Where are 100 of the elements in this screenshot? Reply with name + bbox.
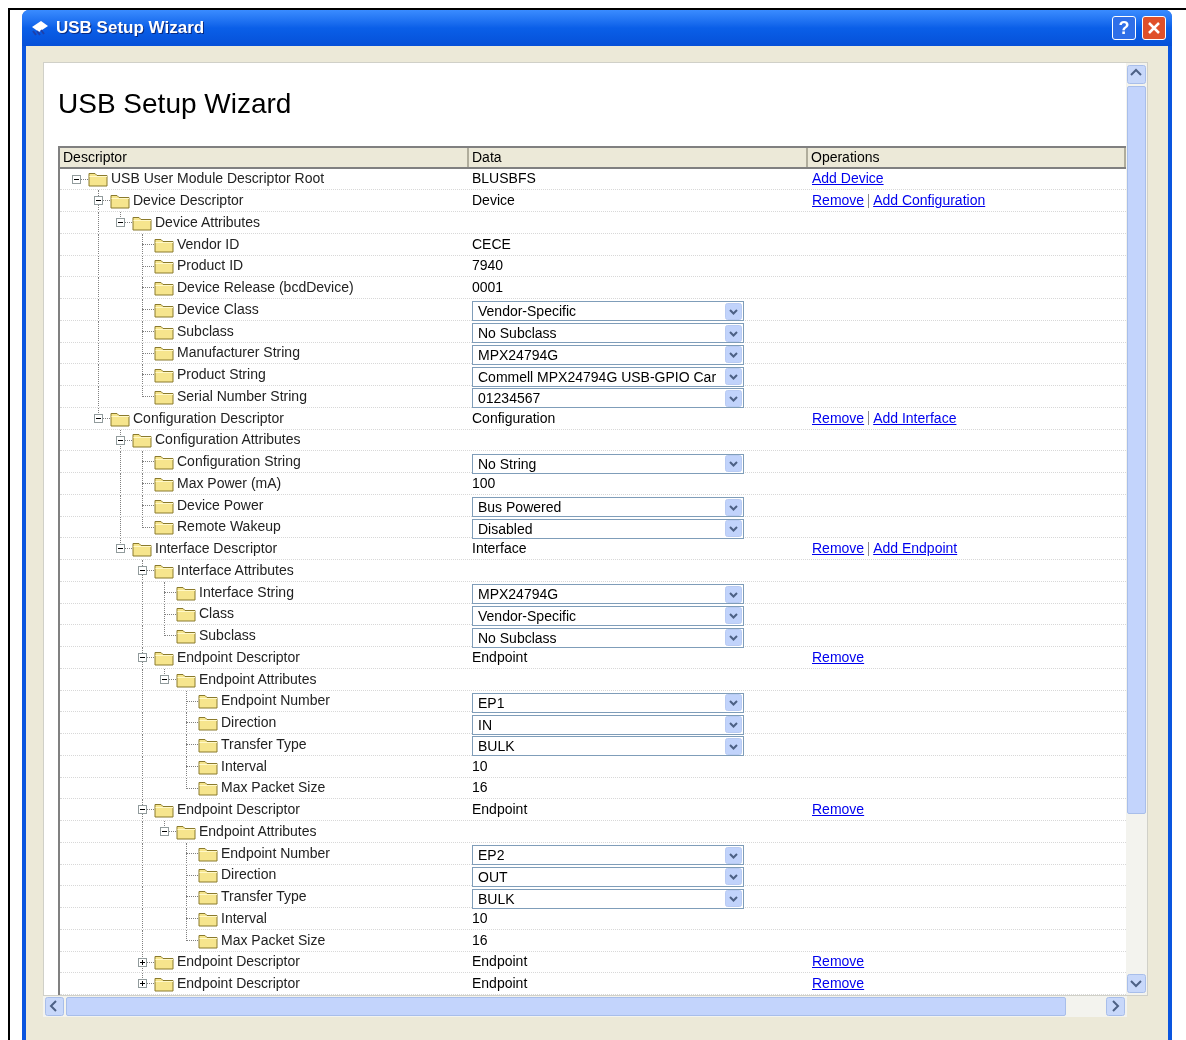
help-button[interactable]: ? bbox=[1112, 16, 1136, 40]
tree-item-label[interactable]: Manufacturer String bbox=[177, 342, 300, 364]
tree-item-label[interactable]: Max Packet Size bbox=[221, 929, 326, 951]
collapse-icon[interactable] bbox=[116, 435, 125, 445]
operation-link[interactable]: Remove bbox=[812, 973, 865, 995]
column-header[interactable]: Descriptor bbox=[60, 147, 469, 167]
tree-item-label[interactable]: Direction bbox=[221, 864, 277, 886]
scroll-right-icon[interactable] bbox=[1106, 997, 1125, 1016]
dropdown-field[interactable]: MPX24794G bbox=[472, 344, 744, 365]
tree-item-label[interactable]: Vendor ID bbox=[177, 233, 240, 255]
expand-icon[interactable] bbox=[138, 979, 147, 989]
tree-item-label[interactable]: Device Class bbox=[177, 299, 259, 320]
dropdown-field[interactable]: EP1 bbox=[472, 692, 744, 713]
tree-item-label[interactable]: Device Power bbox=[177, 494, 264, 516]
dropdown-field[interactable]: OUT bbox=[472, 866, 744, 887]
dropdown-field[interactable]: EP2 bbox=[472, 845, 744, 866]
dropdown-field[interactable]: BULK bbox=[472, 888, 744, 909]
scroll-thumb[interactable] bbox=[66, 997, 1066, 1016]
tree-item-label[interactable]: Device Release (bcdDevice) bbox=[177, 277, 354, 298]
tree-item-label[interactable]: Subclass bbox=[177, 320, 234, 342]
tree-item-label[interactable]: Interface String bbox=[199, 581, 294, 603]
tree-item-label[interactable]: Interface Attributes bbox=[177, 560, 294, 581]
dropdown-field[interactable]: IN bbox=[472, 714, 744, 735]
dropdown-field[interactable]: No Subclass bbox=[472, 323, 744, 344]
tree-item-label[interactable]: Class bbox=[199, 603, 234, 625]
data-value: 10 bbox=[472, 756, 488, 776]
operation-link[interactable]: Add Endpoint bbox=[873, 538, 958, 560]
operation-link[interactable]: Remove bbox=[812, 799, 865, 821]
operation-link[interactable]: Remove bbox=[812, 646, 865, 668]
dropdown-field[interactable]: No Subclass bbox=[472, 627, 744, 648]
folder-icon bbox=[198, 714, 218, 732]
tree-item-label[interactable]: Endpoint Attributes bbox=[199, 668, 317, 690]
folder-icon bbox=[198, 866, 218, 884]
tree-item-label[interactable]: Interval bbox=[221, 755, 267, 777]
operation-link[interactable]: Remove bbox=[812, 538, 865, 560]
tree-item-label[interactable]: Device Attributes bbox=[155, 212, 261, 233]
tree-item-label[interactable]: Max Packet Size bbox=[221, 777, 326, 799]
collapse-icon[interactable] bbox=[116, 544, 125, 554]
tree-item-label[interactable]: Remote Wakeup bbox=[177, 516, 281, 538]
operation-link[interactable]: Remove bbox=[812, 951, 865, 973]
tree-item-label[interactable]: Endpoint Attributes bbox=[199, 821, 317, 842]
tree-item-label[interactable]: Endpoint Descriptor bbox=[177, 647, 300, 668]
collapse-icon[interactable] bbox=[94, 413, 103, 423]
collapse-icon[interactable] bbox=[138, 566, 147, 575]
collapse-icon[interactable] bbox=[72, 174, 81, 184]
operation-link[interactable]: Add Interface bbox=[873, 407, 957, 429]
tree-item-label[interactable]: Endpoint Descriptor bbox=[177, 951, 300, 973]
tree-item-label[interactable]: Configuration Attributes bbox=[155, 429, 301, 451]
operation-link[interactable]: Add Configuration bbox=[873, 190, 986, 212]
tree-item-label[interactable]: Subclass bbox=[199, 625, 256, 646]
tree-item-label[interactable]: Device Descriptor bbox=[133, 190, 244, 211]
dropdown-field[interactable]: Vendor-Specific bbox=[472, 605, 744, 626]
tree-item-label[interactable]: Endpoint Descriptor bbox=[177, 973, 300, 994]
data-value: Endpoint bbox=[472, 952, 528, 972]
scroll-left-icon[interactable] bbox=[45, 997, 64, 1016]
tree-item-label[interactable]: Interface Descriptor bbox=[155, 538, 278, 559]
tree-item-label[interactable]: Interval bbox=[221, 908, 267, 929]
tree-item-label[interactable]: Product String bbox=[177, 364, 266, 385]
tree-item-label[interactable]: Configuration Descriptor bbox=[133, 407, 284, 429]
tree-item-label[interactable]: Endpoint Number bbox=[221, 842, 330, 864]
close-button[interactable] bbox=[1142, 16, 1166, 40]
dropdown-field[interactable]: MPX24794G bbox=[472, 584, 744, 605]
operation-link[interactable]: Remove bbox=[812, 190, 865, 212]
dropdown-field[interactable]: Disabled bbox=[472, 518, 744, 539]
folder-icon bbox=[198, 779, 218, 797]
folder-icon bbox=[154, 257, 174, 275]
folder-icon bbox=[154, 953, 174, 971]
dropdown-field[interactable]: Bus Powered bbox=[472, 497, 744, 518]
scroll-thumb[interactable] bbox=[1127, 86, 1146, 814]
operation-link[interactable]: Add Device bbox=[812, 168, 884, 190]
collapse-icon[interactable] bbox=[116, 218, 125, 227]
expand-icon[interactable] bbox=[138, 957, 147, 967]
scroll-down-icon[interactable] bbox=[1127, 974, 1146, 993]
collapse-icon[interactable] bbox=[94, 196, 103, 206]
column-header[interactable]: Data bbox=[469, 147, 808, 167]
dropdown-field[interactable]: No String bbox=[472, 453, 744, 474]
collapse-icon[interactable] bbox=[138, 805, 147, 815]
tree-item-label[interactable]: Configuration String bbox=[177, 451, 301, 472]
page-heading: USB Setup Wizard bbox=[58, 87, 293, 121]
tree-item-label[interactable]: Product ID bbox=[177, 255, 244, 277]
collapse-icon[interactable] bbox=[138, 653, 147, 662]
dropdown-field[interactable]: BULK bbox=[472, 736, 744, 757]
vertical-scrollbar[interactable] bbox=[1126, 63, 1147, 995]
tree-item-label[interactable]: Transfer Type bbox=[221, 734, 307, 755]
tree-item-label[interactable]: Endpoint Number bbox=[221, 690, 330, 712]
collapse-icon[interactable] bbox=[160, 827, 169, 836]
tree-item-label[interactable]: Direction bbox=[221, 712, 277, 733]
operation-link[interactable]: Remove bbox=[812, 407, 865, 429]
collapse-icon[interactable] bbox=[160, 674, 169, 684]
tree-item-label[interactable]: Serial Number String bbox=[177, 386, 307, 407]
tree-item-label[interactable]: Transfer Type bbox=[221, 886, 307, 907]
scroll-up-icon[interactable] bbox=[1127, 65, 1146, 84]
dropdown-field[interactable]: Commell MPX24794G USB-GPIO Car bbox=[472, 366, 744, 387]
tree-item-label[interactable]: Max Power (mA) bbox=[177, 473, 282, 494]
folder-icon bbox=[110, 192, 130, 210]
tree-item-label[interactable]: Endpoint Descriptor bbox=[177, 799, 300, 820]
tree-item-label[interactable]: USB User Module Descriptor Root bbox=[111, 168, 325, 190]
dropdown-field[interactable]: 01234567 bbox=[472, 388, 744, 409]
dropdown-field[interactable]: Vendor-Specific bbox=[472, 301, 744, 322]
horizontal-scrollbar[interactable] bbox=[43, 996, 1127, 1017]
